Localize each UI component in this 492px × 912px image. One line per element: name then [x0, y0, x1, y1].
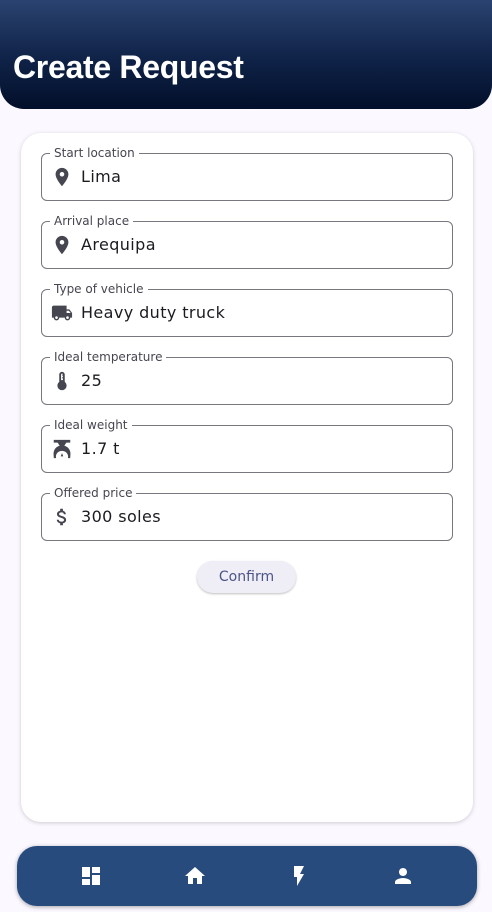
arrival-place-field[interactable]: Arrival place Arequipa — [41, 213, 453, 269]
home-icon[interactable] — [183, 864, 207, 888]
ideal-weight-field[interactable]: Ideal weight 1.7 t — [41, 417, 453, 473]
location-pin-icon — [55, 235, 69, 255]
offered-price-field[interactable]: Offered price 300 soles — [41, 485, 453, 541]
scale-icon — [53, 439, 71, 459]
thermometer-icon — [57, 371, 67, 391]
person-icon[interactable] — [391, 864, 415, 888]
offered-price-value[interactable]: 300 soles — [81, 494, 161, 540]
page-title: Create Request — [13, 49, 244, 85]
confirm-button[interactable]: Confirm — [197, 561, 296, 593]
start-location-field[interactable]: Start location Lima — [41, 145, 453, 201]
vehicle-type-field[interactable]: Type of vehicle Heavy duty truck — [41, 281, 453, 337]
app-header: Create Request — [0, 0, 492, 109]
dollar-icon — [56, 508, 67, 526]
location-pin-icon — [55, 167, 69, 187]
start-location-value[interactable]: Lima — [81, 154, 121, 200]
ideal-temperature-field[interactable]: Ideal temperature 25 — [41, 349, 453, 405]
truck-icon — [51, 305, 73, 321]
bottom-navigation — [17, 846, 477, 906]
dashboard-icon[interactable] — [79, 864, 103, 888]
ideal-temperature-value[interactable]: 25 — [81, 358, 102, 404]
bolt-icon[interactable] — [287, 864, 311, 888]
ideal-temperature-label: Ideal temperature — [50, 349, 167, 365]
arrival-place-value[interactable]: Arequipa — [81, 222, 156, 268]
ideal-weight-value[interactable]: 1.7 t — [81, 426, 120, 472]
vehicle-type-value[interactable]: Heavy duty truck — [81, 290, 225, 336]
